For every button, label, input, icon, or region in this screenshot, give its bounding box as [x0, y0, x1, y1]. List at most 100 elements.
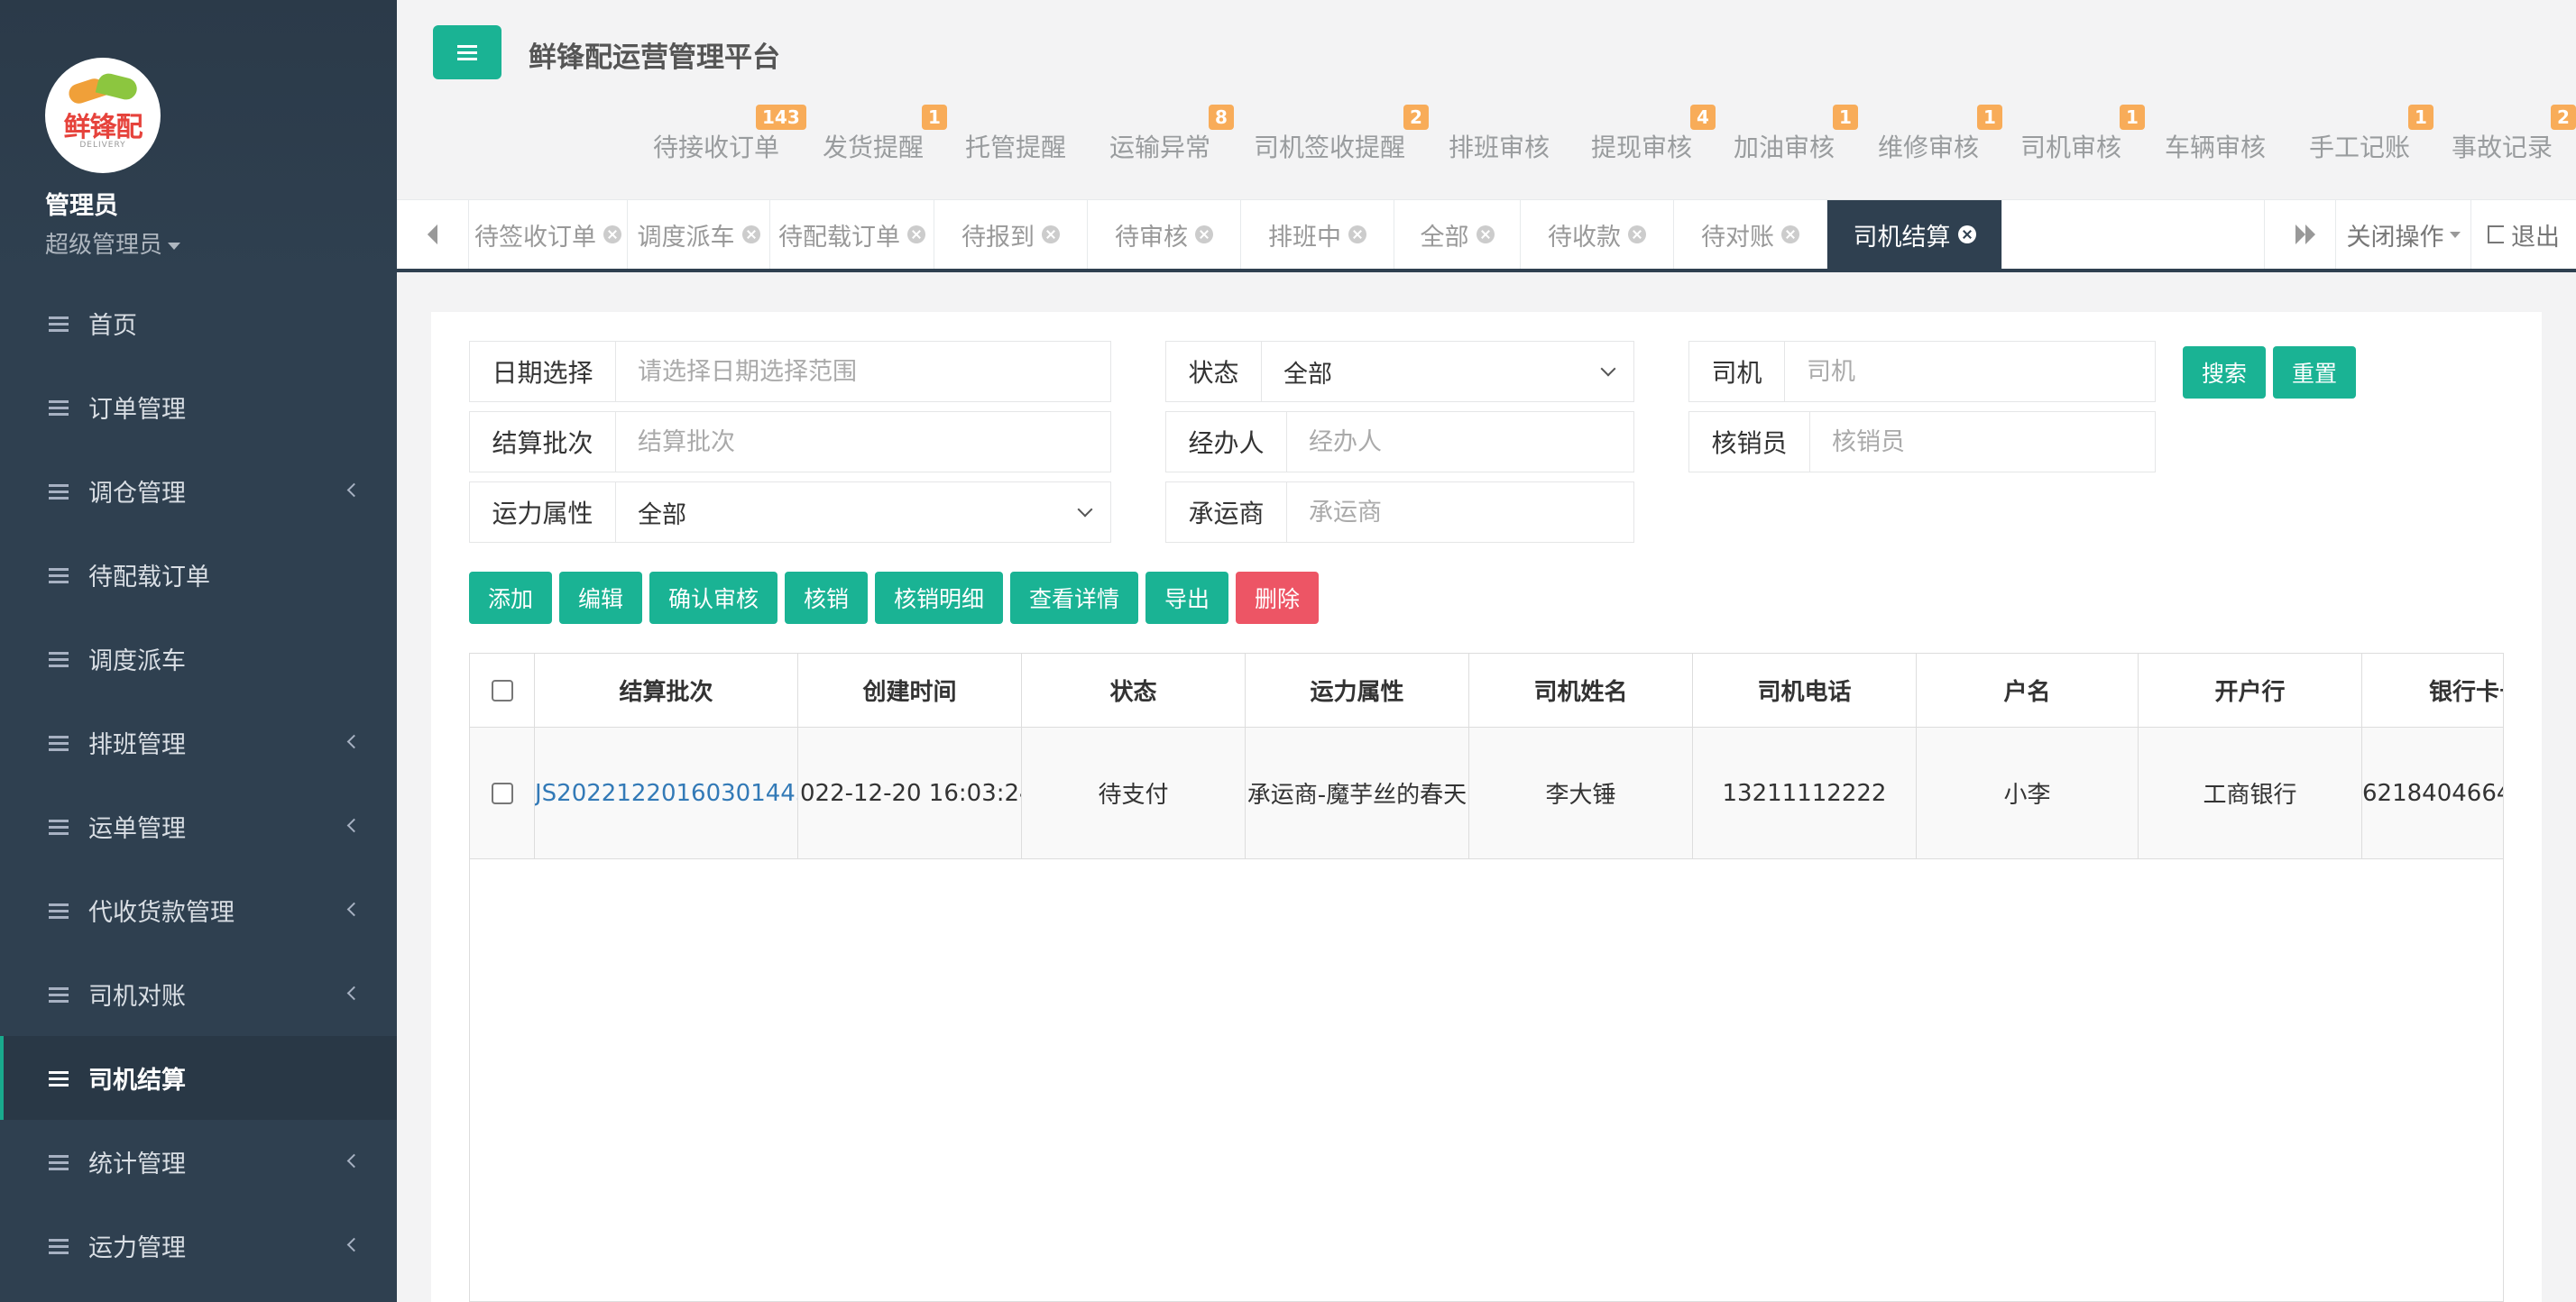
bank-card-number: 6218404664	[2362, 728, 2503, 858]
tab-dispatch[interactable]: 调度派车	[628, 200, 770, 269]
tab-scheduling[interactable]: 排班中	[1241, 200, 1394, 269]
close-icon[interactable]	[1195, 225, 1213, 243]
alert-label: 运输异常	[1109, 133, 1211, 162]
close-icon[interactable]	[1042, 225, 1060, 243]
column-header[interactable]: 开户行	[2139, 654, 2362, 727]
column-header[interactable]: 银行卡号	[2362, 654, 2503, 727]
view-detail-button[interactable]: 查看详情	[1010, 572, 1138, 624]
column-header[interactable]: 状态	[1022, 654, 1246, 727]
sidebar: 鲜锋配 DELIVERY 管理员 超级管理员 首页 订单管理 调仓管理 待配载订…	[0, 0, 397, 1302]
alert-badge: 1	[2120, 105, 2145, 130]
sidebar-item-waybill[interactable]: 运单管理	[0, 784, 397, 868]
alert-pending-receive[interactable]: 待接收订单 143	[653, 105, 806, 164]
export-button[interactable]: 导出	[1145, 572, 1228, 624]
batch-input[interactable]	[616, 412, 1110, 472]
delete-button[interactable]: 删除	[1236, 572, 1319, 624]
tab-pending-reconcile[interactable]: 待对账	[1674, 200, 1827, 269]
sidebar-item-dispatch[interactable]: 调度派车	[0, 617, 397, 701]
sidebar-item-label: 司机对账	[88, 983, 186, 1011]
sidebar-item-warehouse-transfer[interactable]: 调仓管理	[0, 449, 397, 533]
column-header[interactable]: 司机电话	[1693, 654, 1917, 727]
column-header[interactable]: 结算批次	[535, 654, 798, 727]
tab-pending-review[interactable]: 待审核	[1088, 200, 1241, 269]
column-header[interactable]: 创建时间	[798, 654, 1022, 727]
sidebar-item-cod[interactable]: 代收货款管理	[0, 868, 397, 952]
close-icon[interactable]	[907, 225, 925, 243]
batch-link[interactable]: JS20221220160301443	[535, 728, 798, 858]
tabs-scroll-left-button[interactable]	[397, 200, 469, 269]
writeoff-button[interactable]: 核销	[785, 572, 868, 624]
logout-button[interactable]: 退出	[2471, 200, 2576, 269]
alert-shipping-reminder[interactable]: 发货提醒 1	[823, 105, 947, 164]
alert-repair-review[interactable]: 维修审核 1	[1878, 105, 2002, 164]
close-icon[interactable]	[741, 225, 760, 243]
sidebar-item-driver-reconcile[interactable]: 司机对账	[0, 952, 397, 1036]
menu-toggle-button[interactable]	[433, 25, 501, 79]
close-icon[interactable]	[1348, 225, 1366, 243]
double-right-icon	[2295, 225, 2315, 244]
writeoff-clerk-input[interactable]	[1810, 412, 2155, 472]
sidebar-item-label: 司机结算	[88, 1067, 186, 1095]
tab-pending-report[interactable]: 待报到	[934, 200, 1088, 269]
select-all-checkbox[interactable]	[491, 679, 513, 701]
alert-manual-bookkeeping[interactable]: 手工记账 1	[2309, 105, 2433, 164]
capacity-attr-value: 全部	[638, 500, 686, 529]
tabs-scroll-right-button[interactable]	[2264, 200, 2336, 269]
list-icon	[49, 986, 69, 1003]
top-header: 鲜锋配运营管理平台 待接收订单 143 发货提醒 1 托管提醒 运输异常 8 司机签收…	[397, 0, 2576, 200]
table-row[interactable]: JS20221220160301443 2022-12-20 16:03:24 …	[470, 728, 2503, 859]
sidebar-item-capacity[interactable]: 运力管理	[0, 1204, 397, 1288]
alert-schedule-review[interactable]: 排班审核	[1449, 128, 1550, 164]
tab-label: 待签收订单	[474, 223, 596, 252]
column-header[interactable]: 司机姓名	[1469, 654, 1693, 727]
tab-pending-sign-orders[interactable]: 待签收订单	[469, 200, 628, 269]
sidebar-item-orders[interactable]: 订单管理	[0, 365, 397, 449]
close-icon[interactable]	[1781, 225, 1799, 243]
alert-vehicle-review[interactable]: 车辆审核	[2165, 128, 2266, 164]
handler-input[interactable]	[1287, 412, 1633, 472]
tab-all[interactable]: 全部	[1394, 200, 1521, 269]
writeoff-detail-button[interactable]: 核销明细	[875, 572, 1003, 624]
alert-withdraw-review[interactable]: 提现审核 4	[1591, 105, 1716, 164]
driver-phone: 13211112222	[1693, 728, 1917, 858]
close-icon[interactable]	[1628, 225, 1646, 243]
close-icon[interactable]	[1476, 225, 1495, 243]
alert-driver-sign[interactable]: 司机签收提醒 2	[1254, 105, 1429, 164]
capacity-attr-select[interactable]: 全部	[616, 482, 1110, 542]
close-operations-dropdown[interactable]: 关闭操作	[2336, 200, 2471, 269]
user-role-dropdown[interactable]: 超级管理员	[45, 226, 397, 260]
reset-button[interactable]: 重置	[2273, 346, 2356, 399]
close-icon[interactable]	[1957, 225, 1976, 243]
sidebar-item-statistics[interactable]: 统计管理	[0, 1120, 397, 1204]
alert-custody-reminder[interactable]: 托管提醒	[965, 128, 1066, 164]
edit-button[interactable]: 编辑	[559, 572, 642, 624]
search-button[interactable]: 搜索	[2183, 346, 2266, 399]
list-icon	[49, 483, 69, 500]
tab-pending-load[interactable]: 待配载订单	[770, 200, 934, 269]
sidebar-item-pending-load[interactable]: 待配载订单	[0, 533, 397, 617]
sidebar-item-driver-settlement[interactable]: 司机结算	[0, 1036, 397, 1120]
alert-fuel-review[interactable]: 加油审核 1	[1734, 105, 1858, 164]
column-header[interactable]: 运力属性	[1246, 654, 1469, 727]
add-button[interactable]: 添加	[469, 572, 552, 624]
list-icon	[49, 1154, 69, 1170]
carrier-input[interactable]	[1287, 482, 1633, 542]
alert-label: 发货提醒	[823, 133, 925, 162]
tab-label: 待对账	[1701, 223, 1774, 252]
alert-accident-records[interactable]: 事故记录 2	[2452, 105, 2576, 164]
close-icon[interactable]	[603, 225, 621, 243]
alert-transport-exception[interactable]: 运输异常 8	[1109, 105, 1234, 164]
status-select[interactable]: 全部	[1262, 342, 1633, 401]
tab-driver-settlement[interactable]: 司机结算	[1827, 200, 2002, 269]
driver-input[interactable]	[1785, 342, 2155, 401]
column-header[interactable]: 户名	[1917, 654, 2139, 727]
date-range-input[interactable]	[616, 342, 1110, 401]
alert-driver-review[interactable]: 司机审核 1	[2020, 105, 2145, 164]
row-select-cell	[470, 728, 535, 858]
confirm-review-button[interactable]: 确认审核	[649, 572, 777, 624]
sidebar-item-home[interactable]: 首页	[0, 281, 397, 365]
row-checkbox[interactable]	[491, 782, 513, 804]
sidebar-item-schedule[interactable]: 排班管理	[0, 701, 397, 784]
chevron-left-icon	[346, 902, 362, 917]
tab-pending-payment[interactable]: 待收款	[1521, 200, 1674, 269]
